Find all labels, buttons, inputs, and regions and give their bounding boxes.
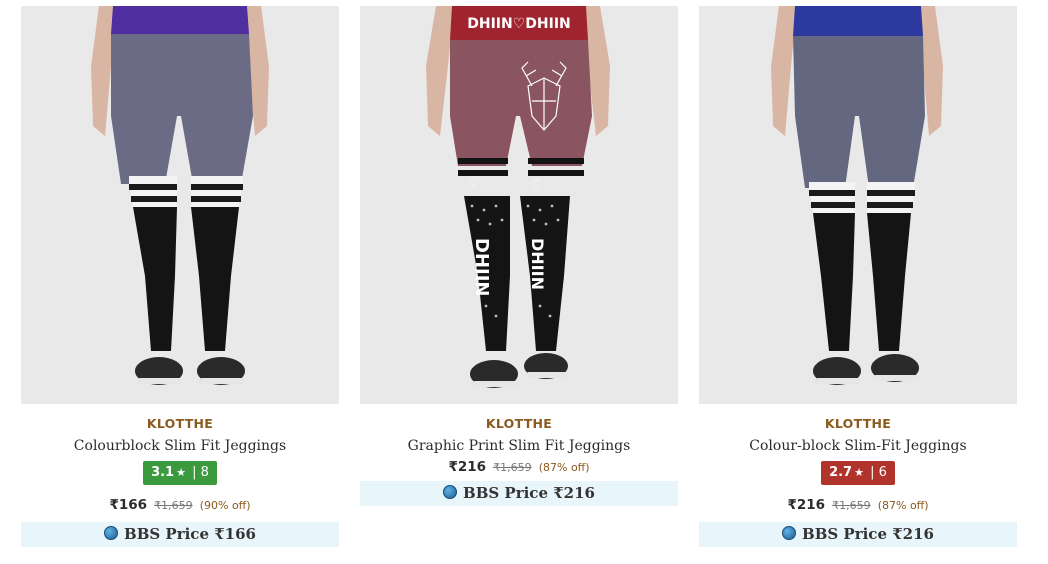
waistband-print-text: DHIIN♡DHIIN (467, 16, 571, 32)
rating-badge: 3.1 ★ | 8 (143, 461, 217, 485)
product-title[interactable]: Colourblock Slim Fit Jeggings (21, 438, 339, 454)
price-current: ₹216 (787, 497, 826, 513)
product-brand: KLOTTHE (485, 416, 553, 431)
price-mrp: ₹1,659 (832, 499, 871, 512)
product-title[interactable]: Colour-block Slim-Fit Jeggings (699, 438, 1017, 454)
bbs-price-banner: BBS Price ₹166 (21, 522, 339, 547)
discount-label: (90% off) (199, 499, 251, 512)
svg-text:♡: ♡ (530, 178, 542, 193)
rating-count: 6 (878, 465, 887, 480)
product-image[interactable]: DHIIN♡DHIIN ♡ ♡ DHIIN DHIIN (360, 6, 678, 404)
rating-score: 2.7 (829, 465, 853, 480)
product-image[interactable] (699, 6, 1017, 404)
price-current: ₹216 (448, 459, 487, 475)
price-row: ₹216 ₹1,659 (87% off) (699, 494, 1017, 513)
star-icon: ★ (854, 466, 864, 479)
leg-print-text: DHIIN (528, 238, 547, 290)
rating-badge: 2.7 ★ | 6 (821, 461, 895, 485)
product-card[interactable]: KLOTTHE Colourblock Slim Fit Jeggings 3.… (21, 6, 339, 547)
price-row: ₹166 ₹1,659 (90% off) (21, 494, 339, 513)
product-brand: KLOTTHE (824, 416, 892, 431)
discount-label: (87% off) (877, 499, 929, 512)
price-mrp: ₹1,659 (154, 499, 193, 512)
bbs-price-label: BBS Price ₹216 (463, 484, 595, 502)
price-current: ₹166 (109, 497, 148, 513)
rating-score: 3.1 (151, 465, 175, 480)
bbs-price-label: BBS Price ₹166 (124, 525, 256, 543)
price-mrp: ₹1,659 (493, 461, 532, 474)
svg-text:♡: ♡ (468, 175, 480, 190)
discount-label: (87% off) (538, 461, 590, 474)
bbs-price-banner: BBS Price ₹216 (360, 481, 678, 506)
product-brand: KLOTTHE (146, 416, 214, 431)
leg-print-text: DHIIN (471, 238, 492, 296)
price-row: ₹216 ₹1,659 (87% off) (360, 456, 678, 475)
bbs-logo-icon (443, 485, 458, 499)
bbs-logo-icon (104, 526, 119, 540)
rating-count: 8 (200, 465, 209, 480)
bbs-price-banner: BBS Price ₹216 (699, 522, 1017, 547)
product-image[interactable] (21, 6, 339, 404)
product-card[interactable]: KLOTTHE Colour-block Slim-Fit Jeggings 2… (699, 6, 1017, 547)
product-title[interactable]: Graphic Print Slim Fit Jeggings (360, 438, 678, 454)
bbs-price-label: BBS Price ₹216 (802, 525, 934, 543)
product-card[interactable]: DHIIN♡DHIIN ♡ ♡ DHIIN DHIIN KLOTTHE Grap… (360, 6, 678, 506)
star-icon: ★ (176, 466, 186, 479)
bbs-logo-icon (782, 526, 797, 540)
